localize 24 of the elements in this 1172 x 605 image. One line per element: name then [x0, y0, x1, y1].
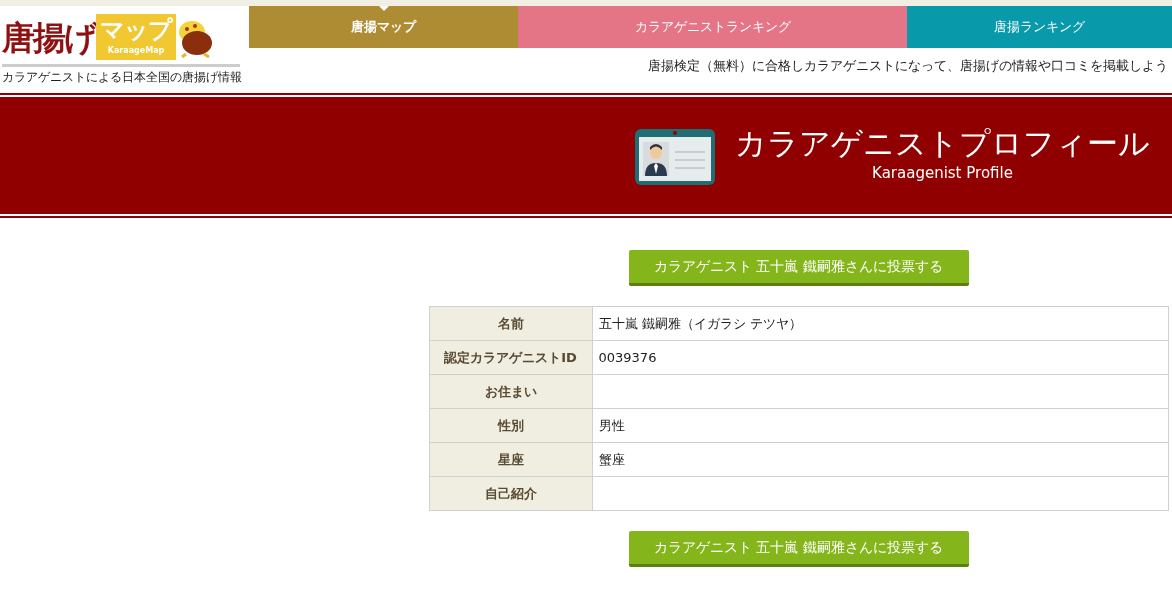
- logo-map-text: マップ: [100, 15, 172, 46]
- logo-map-subtext: KaraageMap: [107, 46, 165, 56]
- field-label: 名前: [429, 306, 592, 341]
- nav-tab[interactable]: 唐揚マップ: [249, 6, 518, 48]
- field-label: 星座: [429, 442, 592, 477]
- field-label: 自己紹介: [429, 476, 592, 511]
- logo-text: 唐揚げ: [2, 17, 96, 59]
- header-message: 唐揚検定（無料）に合格しカラアゲニストになって、唐揚げの情報や口コミを掲載しよう: [647, 57, 1169, 75]
- page-title: カラアゲニストプロフィール: [735, 124, 1150, 163]
- vote-button[interactable]: カラアゲニスト 五十嵐 鐵嗣雅さんに投票する: [628, 250, 969, 286]
- page-subtitle: Karaagenist Profile: [872, 163, 1013, 183]
- karaage-mascot-icon: [176, 18, 214, 58]
- nav-tab[interactable]: 唐揚ランキング: [907, 6, 1172, 48]
- field-label: 性別: [429, 408, 592, 443]
- nav-tab[interactable]: カラアゲニストランキング: [518, 6, 907, 48]
- vote-button[interactable]: カラアゲニスト 五十嵐 鐵嗣雅さんに投票する: [628, 531, 969, 567]
- field-value: 蟹座: [592, 442, 1168, 477]
- field-label: お住まい: [429, 374, 592, 409]
- id-card-icon: [635, 129, 715, 185]
- site-tagline: カラアゲニストによる日本全国の唐揚げ情報: [2, 69, 243, 84]
- field-value: 0039376: [592, 340, 1168, 375]
- field-label: 認定カラアゲニストID: [429, 340, 592, 375]
- field-value: 男性: [592, 408, 1168, 443]
- field-value: 五十嵐 鐵嗣雅（イガラシ テツヤ）: [592, 306, 1168, 341]
